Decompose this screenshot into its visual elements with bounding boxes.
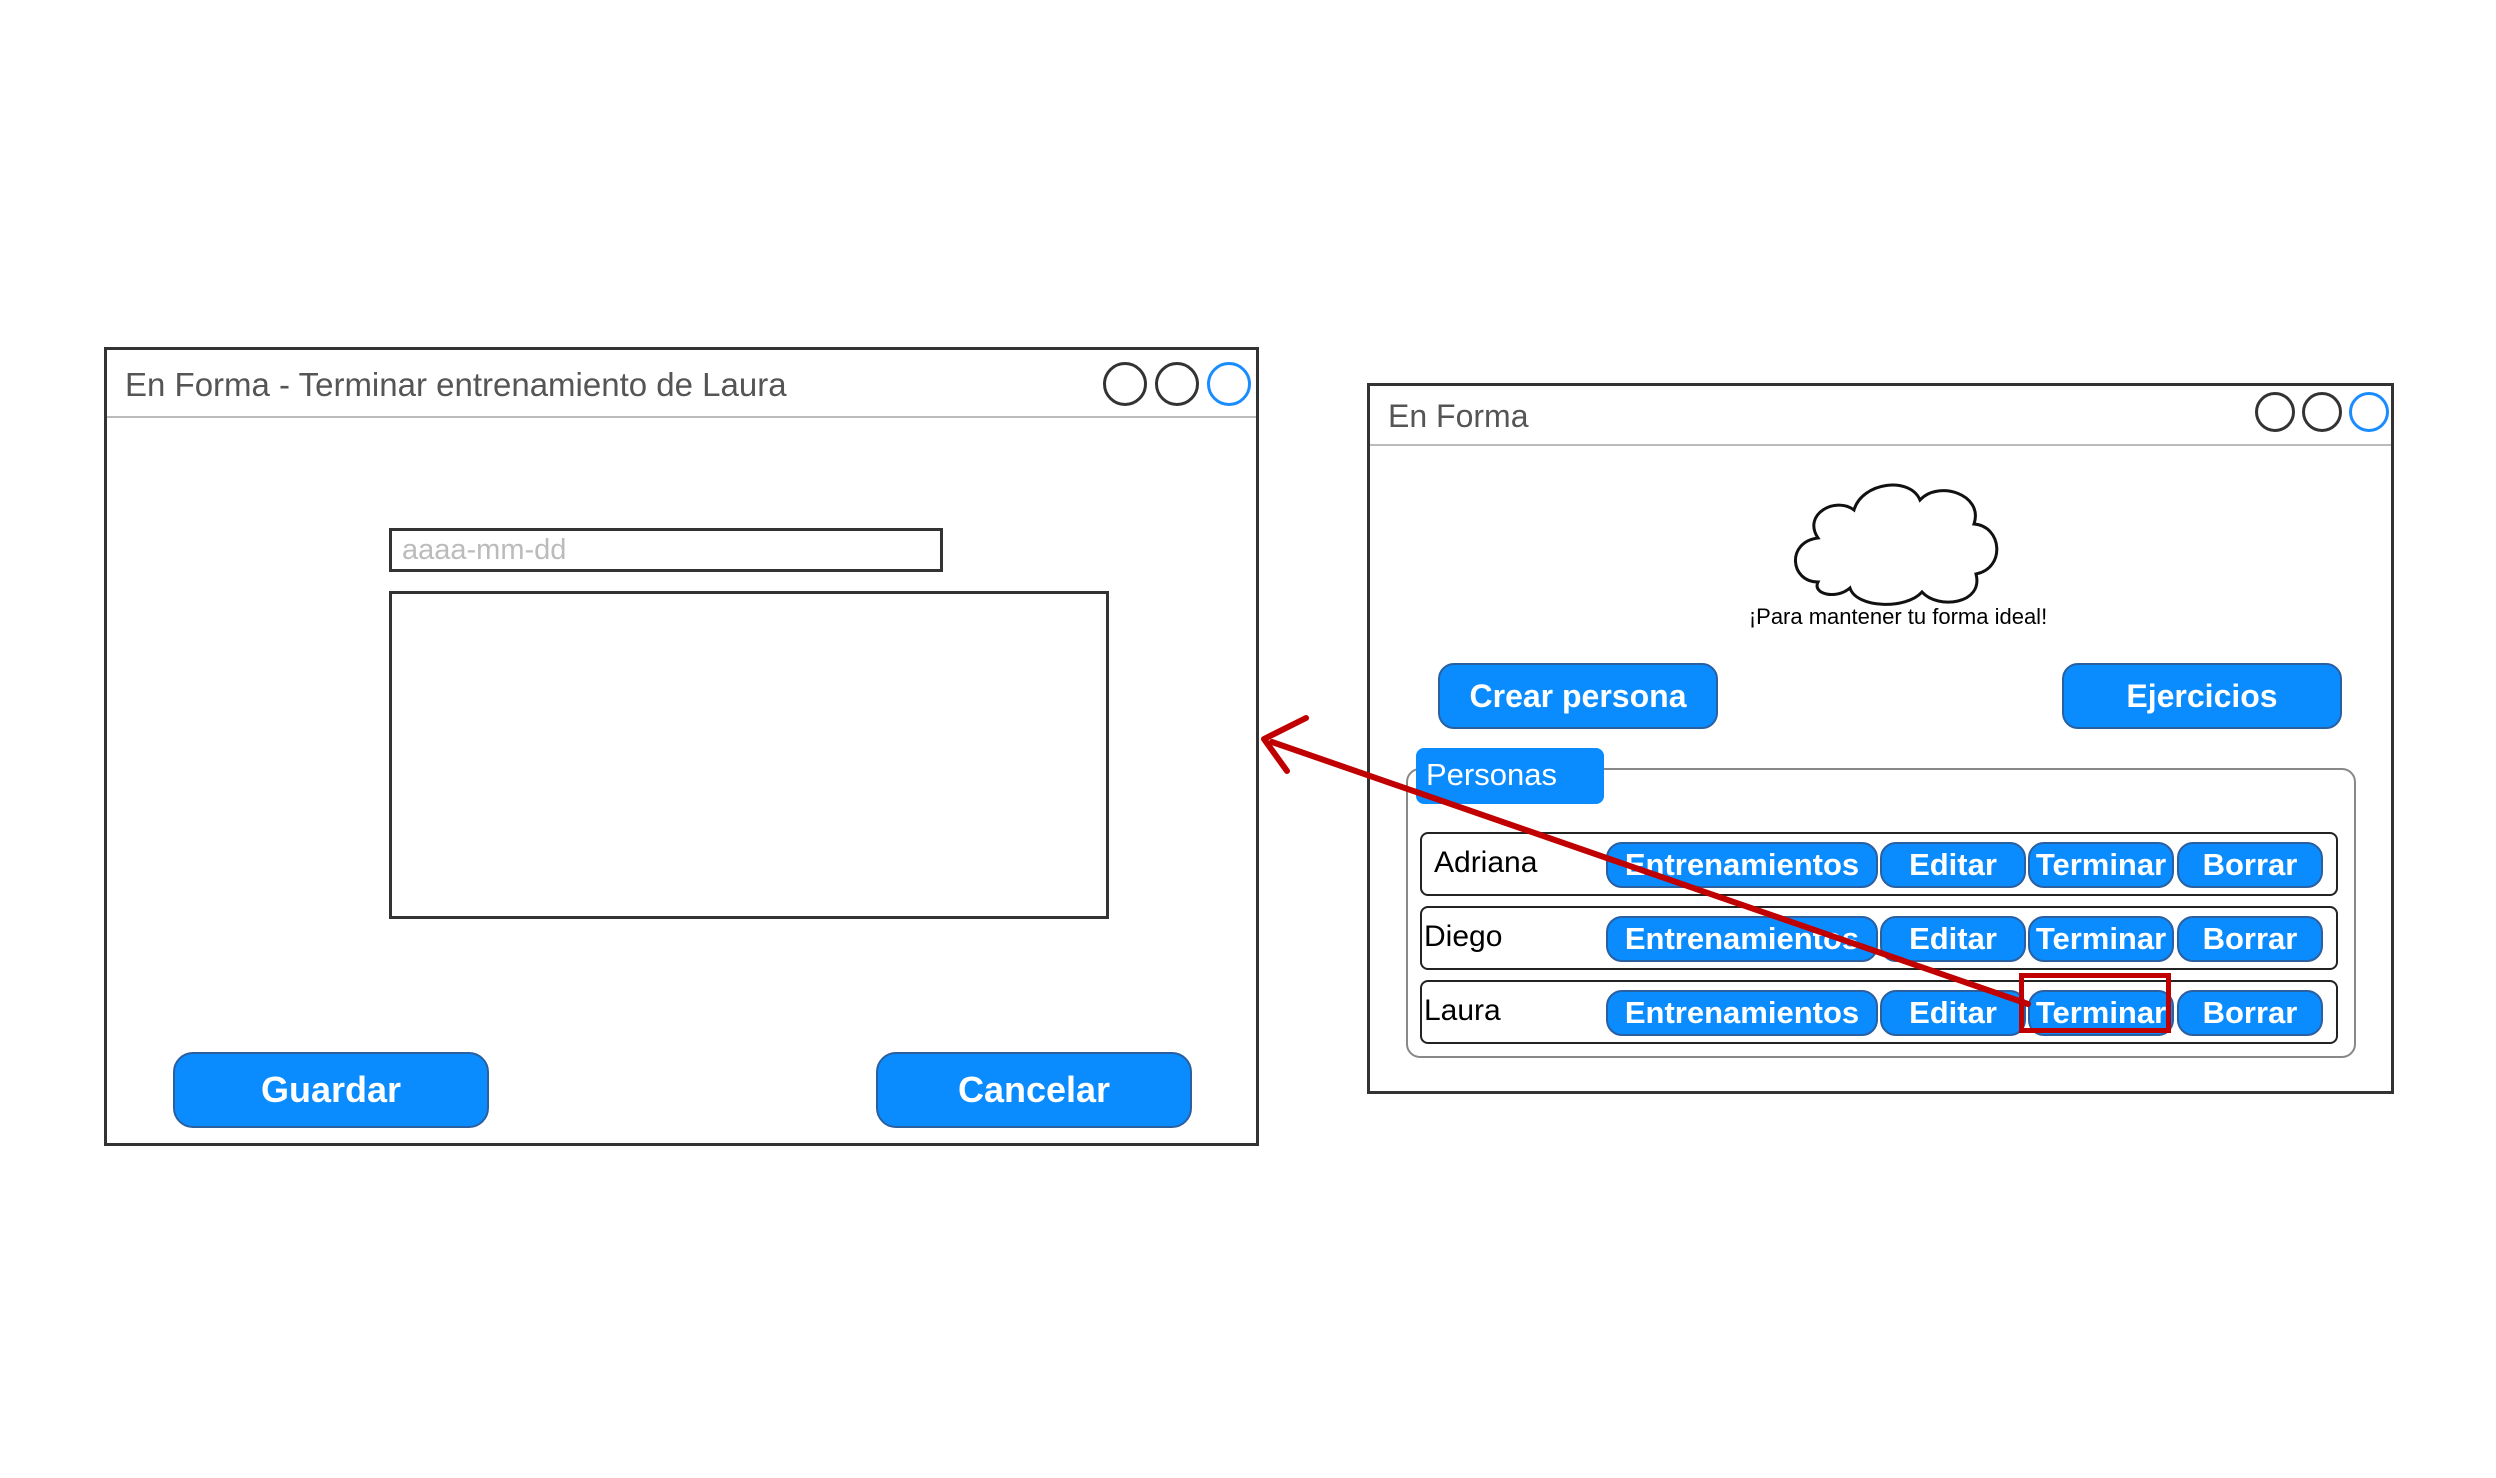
editar-button[interactable]: Editar <box>1880 990 2026 1036</box>
guardar-button[interactable]: Guardar <box>173 1052 489 1128</box>
editar-button[interactable]: Editar <box>1880 842 2026 888</box>
personas-tab-label: Personas <box>1426 757 1557 792</box>
persona-row-diego: Diego Entrenamientos Editar Terminar Bor… <box>1420 906 2338 970</box>
cloud-logo-icon <box>1794 483 1999 606</box>
terminar-button[interactable]: Terminar <box>2028 916 2174 962</box>
editar-button[interactable]: Editar <box>1880 916 2026 962</box>
ejercicios-button[interactable]: Ejercicios <box>2062 663 2342 729</box>
persona-name: Laura <box>1424 994 1501 1027</box>
persona-name: Diego <box>1424 920 1503 953</box>
terminar-button[interactable]: Terminar <box>2028 842 2174 888</box>
dialog-titlebar: En Forma - Terminar entrenamiento de Lau… <box>107 350 1256 418</box>
cancelar-button[interactable]: Cancelar <box>876 1052 1192 1128</box>
entrenamientos-button[interactable]: Entrenamientos <box>1606 842 1878 888</box>
close-circle-icon[interactable] <box>1207 362 1251 406</box>
page: { "dialog": { "title": "En Forma - Termi… <box>0 0 2496 1478</box>
borrar-button[interactable]: Borrar <box>2177 990 2323 1036</box>
razon-textarea[interactable] <box>389 591 1109 919</box>
personas-tab: Personas <box>1416 748 1604 804</box>
tagline: ¡Para mantener tu forma ideal! <box>1748 604 2048 629</box>
main-titlebar: En Forma <box>1370 386 2391 446</box>
entrenamientos-button[interactable]: Entrenamientos <box>1606 990 1878 1036</box>
minimize-circle-icon[interactable] <box>2255 392 2295 432</box>
dialog-title: En Forma - Terminar entrenamiento de Lau… <box>125 366 787 403</box>
crear-persona-button[interactable]: Crear persona <box>1438 663 1718 729</box>
persona-row-laura: Laura Entrenamientos Editar Terminar Bor… <box>1420 980 2338 1044</box>
fecha-placeholder: aaaa-mm-dd <box>402 534 567 566</box>
close-circle-icon[interactable] <box>2349 392 2389 432</box>
terminar-highlight-box <box>2019 973 2171 1033</box>
maximize-circle-icon[interactable] <box>2302 392 2342 432</box>
fecha-input[interactable]: aaaa-mm-dd <box>389 528 943 572</box>
borrar-button[interactable]: Borrar <box>2177 842 2323 888</box>
terminar-dialog-window: En Forma - Terminar entrenamiento de Lau… <box>104 347 1259 1146</box>
main-window: En Forma ¡Para mantener tu forma ideal! … <box>1367 383 2394 1094</box>
borrar-button[interactable]: Borrar <box>2177 916 2323 962</box>
minimize-circle-icon[interactable] <box>1103 362 1147 406</box>
maximize-circle-icon[interactable] <box>1155 362 1199 406</box>
main-title: En Forma <box>1388 398 1529 434</box>
persona-name: Adriana <box>1434 846 1538 879</box>
entrenamientos-button[interactable]: Entrenamientos <box>1606 916 1878 962</box>
persona-row-adriana: Adriana Entrenamientos Editar Terminar B… <box>1420 832 2338 896</box>
